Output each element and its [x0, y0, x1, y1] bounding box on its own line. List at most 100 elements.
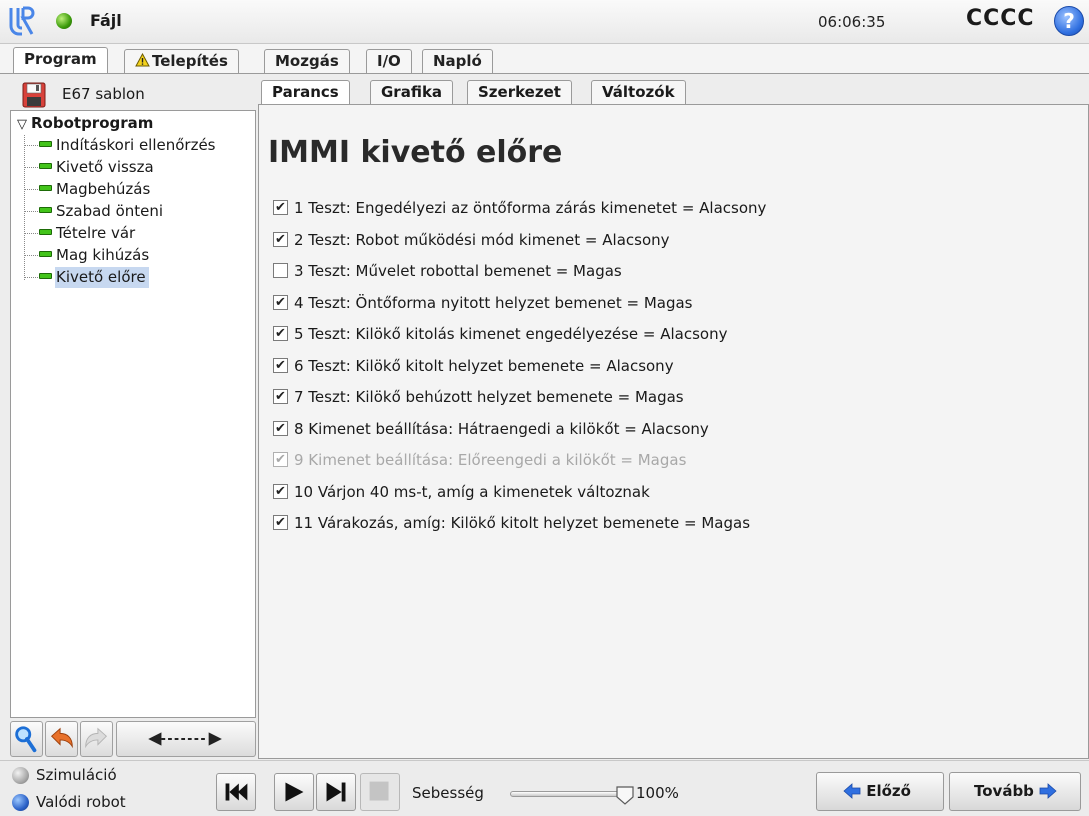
- condition-text: 6 Teszt: Kilökő kitolt helyzet bemenete …: [294, 356, 674, 375]
- tab-graphics[interactable]: Grafika: [370, 80, 454, 105]
- program-tree[interactable]: ▽ Robotprogram Indításkori ellenőrzés Kive…: [10, 110, 256, 718]
- step-forward-icon: [326, 782, 346, 802]
- tree-item-label: Kivető előre: [55, 267, 149, 288]
- tab-move[interactable]: Mozgás: [264, 49, 350, 74]
- program-node-icon: [39, 207, 52, 213]
- redo-icon: [85, 727, 108, 749]
- top-bar: Fájl 06:06:35 CCCC ?: [0, 0, 1089, 44]
- tree-item-label: Szabad önteni: [56, 202, 164, 220]
- tab-installation[interactable]: Telepítés: [124, 49, 239, 74]
- stop-icon: [369, 781, 389, 801]
- tree-connector: [24, 135, 25, 280]
- condition-checkbox[interactable]: ✔: [273, 200, 288, 215]
- condition-checkbox[interactable]: ✔: [273, 420, 288, 436]
- program-node-icon: [39, 185, 52, 191]
- tab-log[interactable]: Napló: [422, 49, 493, 74]
- previous-label: Előző: [866, 782, 911, 800]
- collapse-toggle-button[interactable]: [116, 721, 256, 757]
- tree-item-label: Indításkori ellenőrzés: [56, 136, 216, 154]
- tree-connector: [24, 233, 38, 234]
- condition-checkbox[interactable]: ✔: [273, 357, 288, 373]
- tab-program-label: Program: [24, 50, 97, 68]
- condition-checkbox[interactable]: ✔: [273, 294, 288, 310]
- next-label: Tovább: [974, 782, 1034, 800]
- skip-to-start-button[interactable]: [216, 773, 256, 811]
- expand-triangle-icon[interactable]: ▽: [17, 117, 27, 132]
- play-icon: [285, 782, 304, 802]
- tab-io-label: I/O: [377, 52, 401, 70]
- program-node-icon: [39, 163, 52, 169]
- step-forward-button[interactable]: [316, 773, 356, 811]
- condition-text: 11 Várakozás, amíg: Kilökő kitolt helyze…: [294, 514, 751, 532]
- warning-icon: [135, 53, 150, 67]
- condition-text: 9 Kimenet beállítása: Előreengedi a kilö…: [294, 451, 687, 469]
- speed-value: 100%: [636, 784, 679, 802]
- condition-text: 10 Várjon 40 ms-t, amíg a kimenetek vált…: [294, 482, 650, 501]
- tree-toolbar: [10, 721, 256, 757]
- condition-checkbox[interactable]: [273, 263, 288, 278]
- speed-slider[interactable]: [510, 791, 628, 797]
- page-title: IMMI kivető előre: [268, 135, 563, 170]
- play-button[interactable]: [274, 773, 314, 811]
- program-node-icon: [39, 229, 52, 235]
- previous-button[interactable]: Előző: [816, 772, 944, 811]
- main-tabs: Program Telepítés Mozgás I/O Napló: [0, 44, 1089, 74]
- arrow-right-icon: [1039, 783, 1057, 799]
- tree-item-label: Tételre vár: [56, 224, 136, 242]
- search-icon: [15, 726, 37, 753]
- speed-label: Sebesség: [412, 784, 484, 802]
- condition-checkbox[interactable]: ✔: [273, 483, 288, 499]
- command-panel: IMMI kivető előre ✔ 1 Teszt: Engedélyezi …: [258, 104, 1089, 759]
- condition-text: 1 Teszt: Engedélyezi az öntőforma zárás …: [294, 199, 767, 217]
- tree-connector: [24, 189, 38, 190]
- tree-connector: [24, 255, 38, 256]
- tab-variables-label: Változók: [602, 83, 675, 101]
- tree-item-label: Magbehúzás: [56, 180, 151, 198]
- undo-icon: [50, 727, 73, 749]
- tab-move-label: Mozgás: [275, 52, 339, 70]
- save-icon[interactable]: [22, 82, 46, 108]
- search-button[interactable]: [10, 721, 43, 757]
- tab-variables[interactable]: Változók: [591, 80, 686, 105]
- tree-root[interactable]: ▽ Robotprogram: [17, 114, 153, 132]
- simulation-radio[interactable]: [12, 767, 29, 784]
- condition-text: 8 Kimenet beállítása: Hátraengedi a kilö…: [294, 419, 709, 438]
- skip-back-icon: [225, 783, 248, 801]
- arrow-left-icon: [843, 783, 861, 799]
- tabs-divider: [0, 73, 1089, 74]
- program-header: E67 sablon: [10, 80, 256, 110]
- bottom-bar: Szimuláció Valódi robot Sebesség 100% El…: [0, 760, 1089, 816]
- tab-command-label: Parancs: [272, 83, 339, 101]
- tab-installation-label: Telepítés: [152, 52, 228, 70]
- program-node-icon: [39, 273, 52, 279]
- undo-button[interactable]: [45, 721, 78, 757]
- program-node-icon: [39, 141, 52, 147]
- next-button[interactable]: Tovább: [949, 772, 1081, 811]
- condition-text: 4 Teszt: Öntőforma nyitott helyzet bemen…: [294, 293, 693, 312]
- condition-text: 2 Teszt: Robot működési mód kimenet = Al…: [294, 230, 670, 249]
- tab-io[interactable]: I/O: [366, 49, 412, 74]
- tab-command[interactable]: Parancs: [261, 80, 350, 105]
- simulation-label: Szimuláció: [36, 766, 117, 784]
- sub-tabs: Parancs Grafika Szerkezet Változók: [258, 80, 1089, 105]
- condition-checkbox[interactable]: ✔: [273, 326, 288, 341]
- condition-checkbox[interactable]: ✔: [273, 231, 288, 247]
- redo-button[interactable]: [80, 721, 113, 757]
- universal-robots-logo: [9, 6, 35, 36]
- tree-connector: [24, 277, 38, 278]
- tab-graphics-label: Grafika: [381, 83, 443, 101]
- tab-program[interactable]: Program: [13, 47, 108, 74]
- file-menu[interactable]: Fájl: [90, 11, 122, 30]
- tab-structure[interactable]: Szerkezet: [467, 80, 572, 105]
- program-name: E67 sablon: [62, 85, 145, 103]
- tree-connector: [24, 145, 38, 146]
- tree-connector: [24, 211, 38, 212]
- condition-checkbox[interactable]: ✔: [273, 515, 288, 530]
- tree-item-label: Kivető vissza: [56, 158, 154, 176]
- real-robot-radio[interactable]: [12, 794, 29, 811]
- help-icon[interactable]: ?: [1054, 6, 1084, 36]
- robot-status-icon: [56, 13, 72, 29]
- speed-slider-thumb[interactable]: [615, 785, 635, 805]
- condition-checkbox[interactable]: ✔: [273, 389, 288, 404]
- stop-button[interactable]: [360, 773, 400, 811]
